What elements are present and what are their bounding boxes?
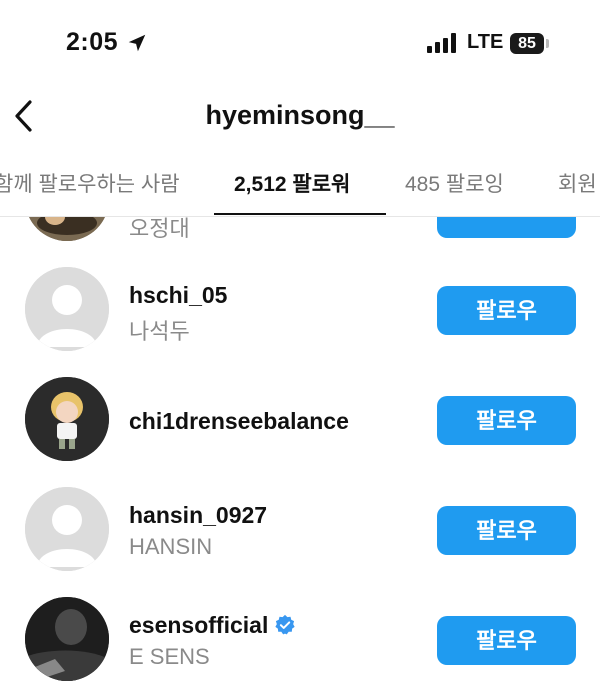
avatar-photo-icon xyxy=(25,217,109,241)
list-item[interactable]: chi1drenseebalance 팔로우 xyxy=(0,367,600,477)
location-arrow-icon xyxy=(128,34,146,52)
status-time: 2:05 xyxy=(66,28,119,56)
profile-header: hyeminsong__ xyxy=(0,92,600,142)
follower-full-name: E SENS xyxy=(129,644,210,669)
follow-button[interactable]: 팔로우 xyxy=(437,506,576,555)
tab-members[interactable]: 회원 xyxy=(558,168,597,198)
follower-username-text: esensofficial xyxy=(129,612,269,638)
avatar[interactable] xyxy=(25,487,109,571)
follower-username[interactable]: hansin_0927 xyxy=(129,502,267,529)
follow-button[interactable]: 팔로우 xyxy=(437,286,576,335)
follower-full-name: HANSIN xyxy=(129,534,213,559)
list-item[interactable]: esensofficial E SENS 팔로우 xyxy=(0,587,600,697)
follower-full-name: 오정대 xyxy=(129,217,190,241)
battery-tip xyxy=(546,39,549,48)
active-tab-indicator xyxy=(214,213,386,215)
avatar[interactable] xyxy=(25,267,109,351)
status-bar: 2:05 LTE 85 xyxy=(0,0,600,92)
page-title: hyeminsong__ xyxy=(205,100,395,130)
tab-following[interactable]: 485 팔로잉 xyxy=(405,168,504,198)
avatar[interactable] xyxy=(25,597,109,681)
default-avatar-icon xyxy=(25,487,109,571)
list-item[interactable]: hansin_0927 HANSIN 팔로우 xyxy=(0,477,600,587)
tab-mutual-followers[interactable]: 함께 팔로우하는 사람 xyxy=(0,168,180,198)
avatar[interactable] xyxy=(25,217,109,241)
list-item[interactable]: hschi_05 나석두 팔로우 xyxy=(0,257,600,367)
follow-button[interactable] xyxy=(437,217,576,238)
avatar[interactable] xyxy=(25,377,109,461)
follower-username[interactable]: esensofficial xyxy=(129,612,296,639)
verified-badge-icon xyxy=(275,614,295,635)
photo-avatar-icon xyxy=(25,597,109,681)
follower-list[interactable]: 오정대 hschi_05 나석두 팔로우 chi1drenseebalance … xyxy=(0,217,600,698)
list-item[interactable]: 오정대 xyxy=(0,217,600,257)
follow-button[interactable]: 팔로우 xyxy=(437,616,576,665)
cellular-signal-icon xyxy=(427,33,456,53)
follower-full-name: 나석두 xyxy=(129,319,190,344)
character-avatar-icon xyxy=(25,377,109,461)
network-type: LTE xyxy=(467,31,504,53)
follow-tabs: 함께 팔로우하는 사람 2,512 팔로워 485 팔로잉 회원 xyxy=(0,160,600,217)
follower-username[interactable]: hschi_05 xyxy=(129,282,227,309)
follower-username[interactable]: chi1drenseebalance xyxy=(129,408,349,435)
battery-icon: 85 xyxy=(510,33,544,54)
follow-button[interactable]: 팔로우 xyxy=(437,396,576,445)
tab-followers[interactable]: 2,512 팔로워 xyxy=(234,168,350,198)
default-avatar-icon xyxy=(25,267,109,351)
